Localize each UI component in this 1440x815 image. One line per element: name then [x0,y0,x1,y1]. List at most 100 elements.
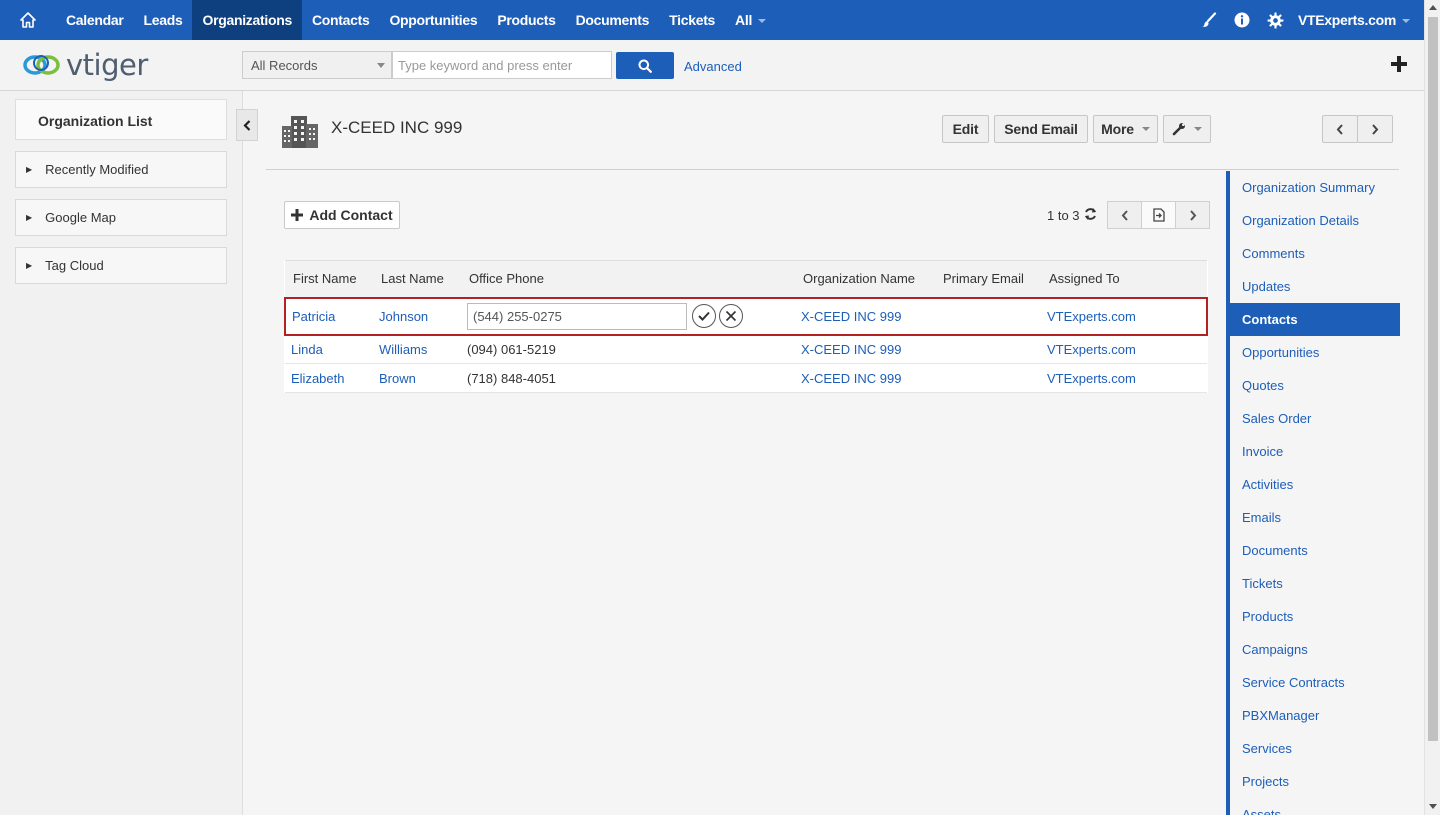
page-scrollbar[interactable] [1424,0,1440,815]
chevron-left-icon [243,119,251,131]
related-quotes[interactable]: Quotes [1230,369,1400,402]
column-header-last-name[interactable]: Last Name [373,260,461,298]
nav-opportunities[interactable]: Opportunities [379,0,487,40]
related-documents[interactable]: Documents [1230,534,1400,567]
search-input[interactable] [392,51,612,79]
related-emails[interactable]: Emails [1230,501,1400,534]
scroll-down-arrow-icon[interactable] [1429,804,1437,809]
send-email-button[interactable]: Send Email [994,115,1088,143]
next-record-button[interactable] [1357,115,1393,143]
nav-documents[interactable]: Documents [566,0,660,40]
previous-record-button[interactable] [1322,115,1358,143]
search-button[interactable] [616,52,674,79]
cancel-inline-edit-button[interactable] [719,304,743,328]
related-updates[interactable]: Updates [1230,270,1400,303]
related-contacts[interactable]: Contacts [1230,303,1400,336]
column-header-assigned-to[interactable]: Assigned To [1041,260,1207,298]
last-name-link[interactable]: Williams [379,342,427,357]
table-row[interactable]: Linda Williams (094) 061-5219 X-CEED INC… [285,334,1207,364]
scroll-up-arrow-icon[interactable] [1429,5,1437,10]
home-icon[interactable] [0,0,56,40]
edit-button[interactable]: Edit [942,115,989,143]
record-title: X-CEED INC 999 [331,118,463,137]
related-tickets[interactable]: Tickets [1230,567,1400,600]
sidebar-title: Organization List [15,99,227,140]
related-service-contracts[interactable]: Service Contracts [1230,666,1400,699]
table-row[interactable]: Patricia Johnson X-CEED INC 999 VTExpert… [284,296,1208,336]
organization-name-link[interactable]: X-CEED INC 999 [801,309,901,324]
records-filter-select[interactable]: All Records [242,51,392,79]
nav-organizations[interactable]: Organizations [192,0,302,40]
assigned-to-link[interactable]: VTExperts.com [1047,371,1136,386]
contacts-table: First Name Last Name Office Phone Organi… [284,260,1208,393]
info-icon[interactable] [1226,0,1259,40]
sidebar-item-label: Recently Modified [45,162,149,177]
column-header-first-name[interactable]: First Name [285,260,373,298]
assigned-to-link[interactable]: VTExperts.com [1047,342,1136,357]
settings-gear-icon[interactable] [1259,0,1292,40]
related-organization-summary[interactable]: Organization Summary [1230,171,1400,204]
more-dropdown-button[interactable]: More [1093,115,1158,143]
logo-mark-icon [23,55,60,75]
assigned-to-link[interactable]: VTExperts.com [1047,309,1136,324]
related-sales-order[interactable]: Sales Order [1230,402,1400,435]
plus-icon [291,209,304,221]
first-name-link[interactable]: Elizabeth [291,371,344,386]
inline-edit-phone [467,302,795,330]
pagination-range: 1 to 3 [1047,208,1080,223]
tools-dropdown-button[interactable] [1163,115,1211,143]
related-organization-details[interactable]: Organization Details [1230,204,1400,237]
advanced-search-link[interactable]: Advanced [684,59,742,74]
quick-create-plus-icon[interactable] [1389,54,1411,76]
related-campaigns[interactable]: Campaigns [1230,633,1400,666]
scrollbar-thumb[interactable] [1428,17,1438,741]
vtiger-logo[interactable]: vtiger [22,48,148,82]
table-row[interactable]: Elizabeth Brown (718) 848-4051 X-CEED IN… [285,363,1207,393]
table-header-row: First Name Last Name Office Phone Organi… [285,260,1207,298]
office-phone-input[interactable] [467,302,687,330]
save-inline-edit-button[interactable] [692,304,716,328]
refresh-icon[interactable] [1084,207,1097,224]
nav-contacts[interactable]: Contacts [302,0,380,40]
nav-all-menu[interactable]: All [725,0,776,40]
first-name-link[interactable]: Linda [291,342,323,357]
related-opportunities[interactable]: Opportunities [1230,336,1400,369]
related-assets[interactable]: Assets [1230,798,1400,815]
brush-icon[interactable] [1193,0,1226,40]
nav-calendar[interactable]: Calendar [56,0,134,40]
related-pbxmanager[interactable]: PBXManager [1230,699,1400,732]
related-comments[interactable]: Comments [1230,237,1400,270]
office-phone-cell[interactable]: (094) 061-5219 [461,334,795,364]
sidebar-item-tag-cloud[interactable]: ▶ Tag Cloud [15,247,227,284]
next-page-button[interactable] [1175,201,1210,229]
nav-products[interactable]: Products [487,0,565,40]
nav-leads[interactable]: Leads [134,0,193,40]
last-name-link[interactable]: Brown [379,371,416,386]
column-header-primary-email[interactable]: Primary Email [935,260,1041,298]
add-contact-button[interactable]: Add Contact [284,201,400,229]
sidebar-item-google-map[interactable]: ▶ Google Map [15,199,227,236]
column-header-organization-name[interactable]: Organization Name [795,260,935,298]
organization-name-link[interactable]: X-CEED INC 999 [801,371,901,386]
top-nav: Calendar Leads Organizations Contacts Op… [0,0,1424,40]
related-products[interactable]: Products [1230,600,1400,633]
first-name-link[interactable]: Patricia [292,309,335,324]
related-services[interactable]: Services [1230,732,1400,765]
nav-all-label: All [735,12,753,28]
left-sidebar: Organization List ▶ Recently Modified ▶ Go… [0,91,243,815]
page-jump-button[interactable] [1141,201,1176,229]
sidebar-item-recently-modified[interactable]: ▶ Recently Modified [15,151,227,188]
column-header-office-phone[interactable]: Office Phone [461,260,795,298]
user-menu[interactable]: VTExperts.com [1298,12,1410,28]
collapse-sidebar-button[interactable] [236,109,258,141]
organization-name-link[interactable]: X-CEED INC 999 [801,342,901,357]
related-activities[interactable]: Activities [1230,468,1400,501]
logo-text: vtiger [66,48,148,82]
related-invoice[interactable]: Invoice [1230,435,1400,468]
last-name-link[interactable]: Johnson [379,309,428,324]
nav-tickets[interactable]: Tickets [659,0,725,40]
related-projects[interactable]: Projects [1230,765,1400,798]
more-label: More [1101,121,1134,137]
previous-page-button[interactable] [1107,201,1142,229]
office-phone-cell[interactable]: (718) 848-4051 [461,363,795,393]
